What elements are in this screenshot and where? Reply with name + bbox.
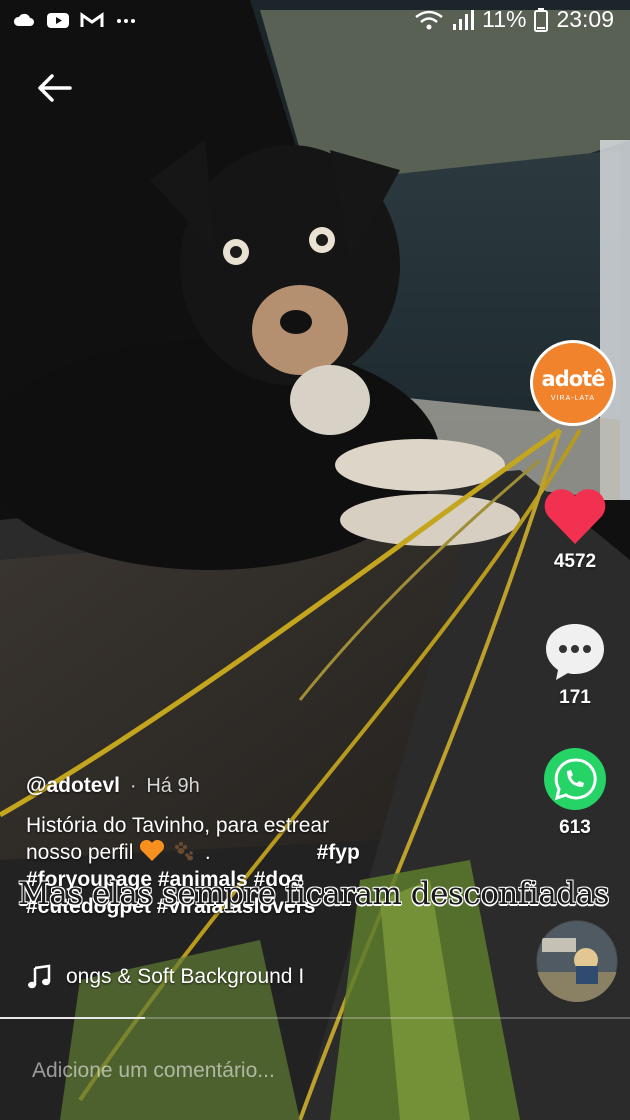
separator: ·	[129, 775, 137, 797]
video-progress-fill	[0, 1017, 145, 1019]
author-handle[interactable]: @adotevl	[26, 774, 120, 797]
brand-name: adotê	[541, 367, 606, 391]
signal-icon	[453, 9, 475, 30]
gmail-icon	[80, 12, 104, 27]
system-status: 11% 23:09	[414, 6, 614, 33]
music-info[interactable]: ongs & Soft Background I	[26, 964, 366, 990]
comments-button[interactable]: 171	[528, 620, 622, 709]
music-track: ongs & Soft Background I	[66, 965, 305, 988]
like-button[interactable]: 4572	[528, 488, 622, 573]
author-line: @adotevl · Há 9h	[26, 774, 446, 798]
more-icon	[117, 19, 135, 23]
youtube-icon	[47, 13, 69, 28]
cloud-icon	[13, 13, 34, 26]
back-arrow-icon[interactable]	[32, 66, 76, 110]
video-progress[interactable]	[0, 1017, 630, 1019]
battery-icon	[534, 7, 549, 32]
creator-avatar[interactable]: adotê VIRA-LATA	[530, 340, 616, 426]
music-disc[interactable]	[534, 918, 620, 1004]
music-note-icon	[28, 964, 51, 989]
like-count: 4572	[553, 551, 597, 572]
clock: 23:09	[556, 6, 614, 32]
post-time: Há 9h	[146, 775, 200, 797]
comment-input[interactable]	[32, 1054, 592, 1088]
notification-icons	[12, 10, 138, 30]
comment-bar	[0, 1040, 630, 1120]
wifi-icon	[415, 10, 443, 29]
share-count: 613	[559, 817, 591, 838]
paw-prints-icon	[175, 842, 194, 861]
comment-count: 171	[559, 687, 591, 708]
hashtag-fyp[interactable]: #fyp	[317, 841, 360, 864]
whatsapp-icon	[544, 748, 606, 810]
album-art-icon	[536, 921, 618, 1002]
heart-icon	[544, 489, 606, 544]
orange-heart-icon	[140, 839, 165, 861]
description-line-2: nosso perfil . #fyp	[26, 839, 360, 864]
video-subtitle: Mas elas sempre ficaram desconfiadas	[18, 876, 609, 912]
comment-bubble-icon	[546, 624, 604, 680]
share-button[interactable]: 613	[528, 746, 622, 839]
battery-percent: 11%	[482, 6, 527, 32]
description-text: nosso perfil	[26, 841, 134, 864]
description-line-1: História do Tavinho, para estrear	[26, 814, 330, 837]
status-bar: 11% 23:09	[0, 0, 630, 44]
brand-sub: VIRA-LATA	[550, 395, 596, 402]
